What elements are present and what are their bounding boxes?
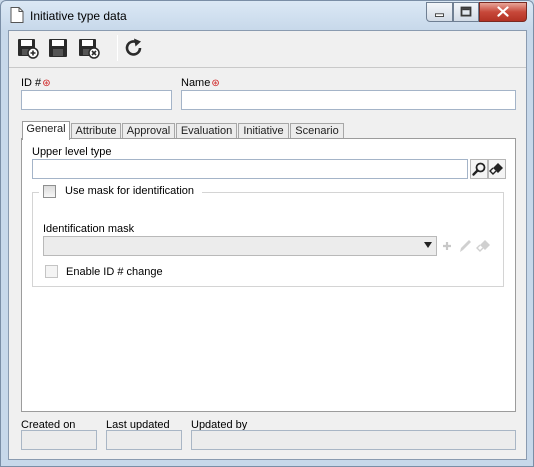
name-input[interactable] bbox=[181, 90, 516, 110]
clear-mask-button[interactable] bbox=[476, 236, 492, 256]
toolbar bbox=[9, 31, 526, 65]
updated-by-field bbox=[191, 430, 516, 450]
upper-level-type-input[interactable] bbox=[32, 159, 468, 179]
save-button[interactable] bbox=[47, 37, 69, 59]
clear-field-button[interactable] bbox=[488, 159, 506, 179]
dialog-window: Initiative type data ID #⊛ Name⊛ General… bbox=[0, 0, 534, 467]
enable-id-change-checkbox[interactable] bbox=[45, 265, 58, 278]
close-icon bbox=[497, 6, 509, 17]
save-close-icon bbox=[79, 39, 100, 59]
save-close-button[interactable] bbox=[78, 37, 100, 59]
toolbar-divider bbox=[9, 67, 526, 68]
dialog-body: ID #⊛ Name⊛ General Attribute Approval E… bbox=[8, 30, 527, 460]
required-icon: ⊛ bbox=[211, 78, 220, 89]
last-updated-field bbox=[106, 430, 182, 450]
maximize-button[interactable] bbox=[453, 2, 479, 22]
mask-groupbox: Use mask for identification Identificati… bbox=[32, 185, 504, 287]
window-title: Initiative type data bbox=[30, 9, 127, 23]
refresh-button[interactable] bbox=[123, 37, 145, 59]
minimize-icon bbox=[435, 13, 444, 17]
document-icon bbox=[10, 7, 24, 23]
add-mask-button[interactable] bbox=[439, 236, 455, 256]
enable-id-change-label: Enable ID # change bbox=[66, 266, 163, 278]
search-icon bbox=[472, 162, 486, 176]
use-mask-option[interactable]: Use mask for identification bbox=[39, 185, 202, 199]
title-bar[interactable]: Initiative type data bbox=[1, 1, 533, 30]
pencil-icon bbox=[460, 240, 471, 252]
required-icon: ⊛ bbox=[42, 78, 51, 89]
id-label: ID #⊛ bbox=[21, 77, 51, 89]
general-tab-panel: Upper level type Use mask for identifica… bbox=[21, 138, 516, 412]
tab-general[interactable]: General bbox=[22, 121, 70, 140]
save-new-button[interactable] bbox=[17, 37, 39, 59]
id-input[interactable] bbox=[21, 90, 172, 110]
plus-icon bbox=[443, 242, 451, 250]
minimize-button[interactable] bbox=[426, 2, 453, 22]
name-label: Name⊛ bbox=[181, 77, 220, 89]
chevron-down-icon bbox=[424, 242, 432, 248]
eraser-icon bbox=[476, 240, 490, 252]
created-on-field bbox=[21, 430, 97, 450]
maximize-icon bbox=[460, 6, 472, 17]
eraser-icon bbox=[489, 163, 503, 175]
edit-mask-button[interactable] bbox=[457, 236, 473, 256]
save-new-icon bbox=[18, 39, 39, 59]
use-mask-checkbox[interactable] bbox=[43, 185, 56, 198]
refresh-icon bbox=[125, 38, 142, 56]
identification-mask-label: Identification mask bbox=[43, 223, 135, 235]
use-mask-label: Use mask for identification bbox=[65, 185, 194, 197]
toolbar-separator bbox=[117, 35, 118, 61]
upper-level-type-label: Upper level type bbox=[32, 146, 112, 158]
identification-mask-select[interactable] bbox=[43, 236, 437, 256]
search-button[interactable] bbox=[470, 159, 488, 179]
close-button[interactable] bbox=[479, 2, 527, 22]
save-icon bbox=[49, 39, 67, 57]
